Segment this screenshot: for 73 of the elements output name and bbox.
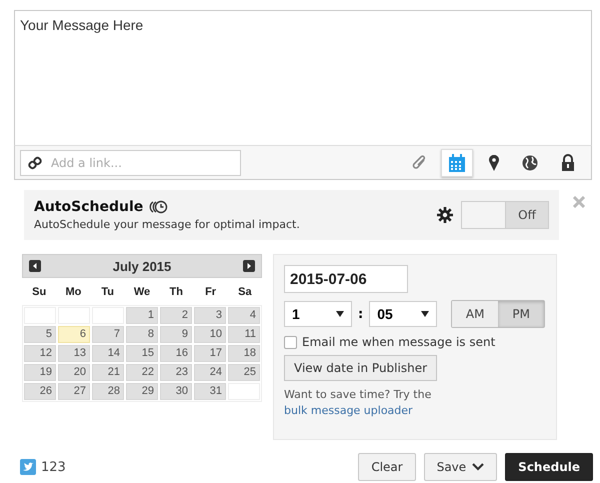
calendar-day[interactable]: 28 <box>92 383 124 400</box>
calendar-day[interactable]: 19 <box>24 364 56 381</box>
calendar-day[interactable]: 20 <box>58 364 90 381</box>
calendar-day[interactable]: 9 <box>160 326 192 343</box>
globe-icon <box>522 154 538 170</box>
calendar-day[interactable]: 30 <box>160 383 192 400</box>
calendar-day[interactable]: 1 <box>126 307 158 324</box>
calendar-day[interactable]: 18 <box>228 345 260 362</box>
calendar-day[interactable]: 29 <box>126 383 158 400</box>
bird-icon <box>20 459 36 475</box>
bulk-uploader-link[interactable]: bulk message uploader <box>284 404 413 417</box>
time-separator: : <box>358 306 364 322</box>
panel-title: AutoSchedule <box>34 199 144 215</box>
calendar-day[interactable]: 11 <box>228 326 260 343</box>
lock-icon <box>560 154 576 171</box>
calendar-day[interactable]: 4 <box>228 307 260 324</box>
month-title: July 2015 <box>112 258 172 274</box>
weekday-label: Sa <box>237 285 253 300</box>
meridiem-button[interactable]: AM <box>452 301 498 327</box>
calendar-day[interactable]: 24 <box>194 364 226 381</box>
calendar-day[interactable]: 23 <box>160 364 192 381</box>
previous-icon[interactable] <box>29 260 41 272</box>
calendar-day[interactable]: 13 <box>58 345 90 362</box>
next-icon[interactable] <box>242 260 255 272</box>
select-field[interactable]: 05 <box>369 301 438 327</box>
calendar-day[interactable]: 27 <box>58 383 90 400</box>
calendar-day[interactable]: 21 <box>92 364 124 381</box>
view-date-button[interactable]: View date in Publisher <box>284 355 438 381</box>
schedule-button[interactable]: Schedule <box>505 453 593 481</box>
calendar-day[interactable]: 3 <box>194 307 226 324</box>
calendar-day[interactable]: 26 <box>24 383 56 400</box>
email-checkbox[interactable] <box>284 336 297 348</box>
clock-icon <box>148 200 168 214</box>
calendar-day[interactable]: 17 <box>194 345 226 362</box>
link-icon <box>28 156 42 170</box>
paperclip-icon <box>412 154 426 170</box>
map-pin-icon <box>488 154 500 170</box>
caret-icon <box>421 311 430 317</box>
weekday-label: Tu <box>100 285 116 300</box>
checkbox-label: Email me when message is sent <box>302 335 496 349</box>
calendar-day[interactable]: 7 <box>92 326 124 343</box>
calendar-day[interactable]: 2 <box>160 307 192 324</box>
meridiem-button[interactable]: PM <box>498 301 544 327</box>
settings-icon[interactable] <box>437 207 453 223</box>
calendar-day[interactable]: 16 <box>160 345 192 362</box>
weekday-label: Su <box>31 285 48 300</box>
message-field[interactable]: Your Message Here <box>14 10 592 145</box>
calendar-day[interactable]: 6 <box>58 326 90 343</box>
clear-button[interactable]: Clear <box>358 453 416 481</box>
calendar-day[interactable]: 31 <box>194 383 226 400</box>
calendar-day[interactable]: 14 <box>92 345 124 362</box>
toggle-switch[interactable]: Off <box>461 201 549 229</box>
calendar-day[interactable]: 15 <box>126 345 158 362</box>
calendar-day[interactable]: 12 <box>24 345 56 362</box>
calendar-day[interactable]: 22 <box>126 364 158 381</box>
weekday-label: Fr <box>204 285 218 300</box>
weekday-label: Mo <box>64 285 82 300</box>
calendar-day[interactable]: 8 <box>126 326 158 343</box>
calendar-day[interactable]: 25 <box>228 364 260 381</box>
calendar-day[interactable]: 5 <box>24 326 56 343</box>
caret-icon <box>336 311 344 317</box>
character-count: 123 <box>41 460 66 474</box>
calendar-day[interactable]: 10 <box>194 326 226 343</box>
tip-text: Want to save time? Try the <box>284 388 432 401</box>
weekday-label: Th <box>168 285 184 300</box>
save-button[interactable]: Save <box>424 453 498 481</box>
chevron-down-icon <box>472 463 484 471</box>
weekday-label: We <box>132 285 152 300</box>
link-field[interactable]: Add a link... <box>20 150 241 176</box>
panel-description: AutoSchedule your message for optimal impact. <box>34 218 301 231</box>
date-field[interactable]: 2015-07-06 <box>284 265 408 293</box>
calendar-icon <box>448 154 466 172</box>
select-field[interactable]: 1 <box>284 301 352 327</box>
